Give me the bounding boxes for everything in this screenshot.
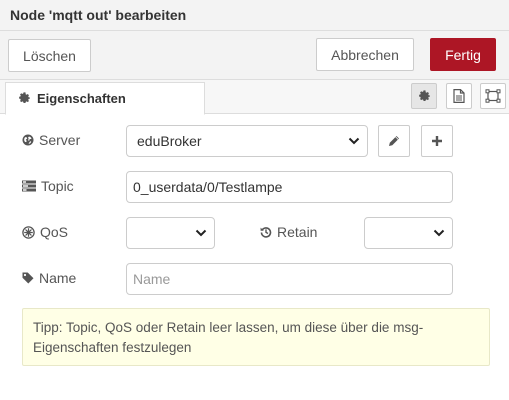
dialog-title: Node 'mqtt out' bearbeiten xyxy=(10,7,187,23)
tasks-icon xyxy=(22,180,36,192)
tip-box: Tipp: Topic, QoS oder Retain leer lassen… xyxy=(22,308,490,366)
qos-label-text: QoS xyxy=(40,224,69,240)
properties-form: Server eduBroker Topic 0_userdata/0/Test… xyxy=(0,115,509,400)
server-label: Server xyxy=(22,132,80,148)
retain-label-text: Retain xyxy=(277,224,318,240)
topic-label: Topic xyxy=(22,178,74,194)
tag-icon xyxy=(22,272,34,284)
tray-toolbar: Löschen Abbrechen Fertig xyxy=(0,31,509,80)
name-label: Name xyxy=(22,270,76,286)
pencil-icon xyxy=(388,135,400,147)
delete-button[interactable]: Löschen xyxy=(8,39,91,72)
empire-icon xyxy=(22,225,35,239)
tab-properties-label: Eigenschaften xyxy=(37,91,126,106)
name-label-text: Name xyxy=(39,270,77,286)
dialog-title-bar: Node 'mqtt out' bearbeiten xyxy=(0,0,509,31)
history-icon xyxy=(260,226,272,238)
description-icon xyxy=(453,89,465,103)
cancel-button[interactable]: Abbrechen xyxy=(316,38,414,71)
done-button[interactable]: Fertig xyxy=(430,38,496,71)
gear-icon xyxy=(18,92,31,105)
plus-icon xyxy=(431,135,443,147)
qos-select[interactable] xyxy=(126,217,215,249)
server-label-text: Server xyxy=(39,132,81,148)
server-select-value: eduBroker xyxy=(137,133,202,149)
tab-properties[interactable]: Eigenschaften xyxy=(5,82,205,115)
name-input[interactable]: Name xyxy=(126,263,453,295)
chevron-down-icon xyxy=(195,228,207,238)
tab-row: Eigenschaften xyxy=(0,80,509,115)
retain-select[interactable] xyxy=(364,217,453,249)
properties-tab-button[interactable] xyxy=(411,83,437,109)
add-server-button[interactable] xyxy=(421,125,453,157)
chevron-down-icon xyxy=(433,228,445,238)
chevron-down-icon xyxy=(348,136,360,146)
description-tab-button[interactable] xyxy=(446,83,472,109)
globe-icon xyxy=(22,134,34,146)
gear-icon xyxy=(418,89,431,103)
edit-server-button[interactable] xyxy=(378,125,410,157)
appearance-icon xyxy=(485,89,501,103)
retain-label: Retain xyxy=(260,224,317,240)
topic-input[interactable]: 0_userdata/0/Testlampe xyxy=(126,171,453,203)
qos-label: QoS xyxy=(22,224,68,240)
server-select[interactable]: eduBroker xyxy=(126,125,368,157)
appearance-tab-button[interactable] xyxy=(480,83,506,109)
topic-label-text: Topic xyxy=(41,178,74,194)
